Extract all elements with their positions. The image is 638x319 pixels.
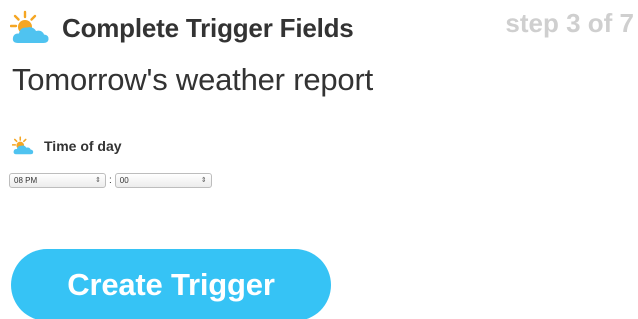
weather-partly-sunny-icon <box>11 136 34 156</box>
minute-select-value: 00 <box>119 176 129 185</box>
create-trigger-button[interactable]: Create Trigger <box>11 249 331 319</box>
select-arrows-icon: ⇕ <box>200 177 207 184</box>
step-indicator: step 3 of 7 <box>505 8 634 38</box>
hour-select[interactable]: 08 PM ⇕ <box>9 173 106 188</box>
page-title: Complete Trigger Fields <box>62 12 354 43</box>
select-arrows-icon: ⇕ <box>95 177 101 184</box>
trigger-name: Tomorrow's weather report <box>12 62 373 97</box>
hour-select-value: 08 PM <box>14 176 38 185</box>
weather-partly-sunny-icon <box>9 10 50 46</box>
minute-select[interactable]: 00 ⇕ <box>114 173 212 188</box>
time-of-day-label: Time of day <box>44 138 122 154</box>
trigger-fields-page: Complete Trigger Fields step 3 of 7 Tomo… <box>0 0 638 319</box>
time-separator: : <box>109 175 112 186</box>
time-of-day-field-label: Time of day <box>11 136 122 156</box>
create-trigger-button-label: Create Trigger <box>67 267 275 302</box>
time-of-day-selects: 08 PM ⇕ : 00 ⇕ <box>9 173 212 188</box>
